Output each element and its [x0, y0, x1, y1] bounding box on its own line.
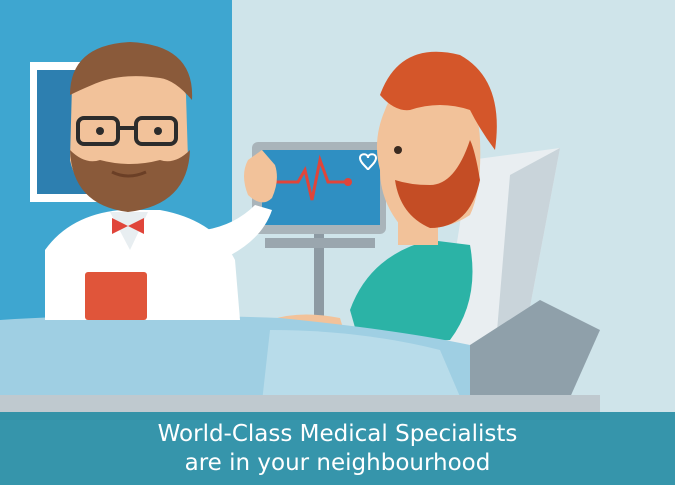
ekg-dot	[344, 178, 352, 186]
caption-banner: World-Class Medical Specialists are in y…	[0, 412, 675, 485]
clipboard	[85, 272, 147, 320]
caption-line-1: World-Class Medical Specialists	[157, 420, 518, 447]
monitor-arm	[265, 238, 375, 248]
caption-line-2: are in your neighbourhood	[184, 449, 491, 476]
doctor-eye-right	[154, 127, 162, 135]
patient-eye	[394, 146, 402, 154]
doctor-eye-left	[96, 127, 104, 135]
illustration-frame: World-Class Medical Specialists are in y…	[0, 0, 675, 485]
